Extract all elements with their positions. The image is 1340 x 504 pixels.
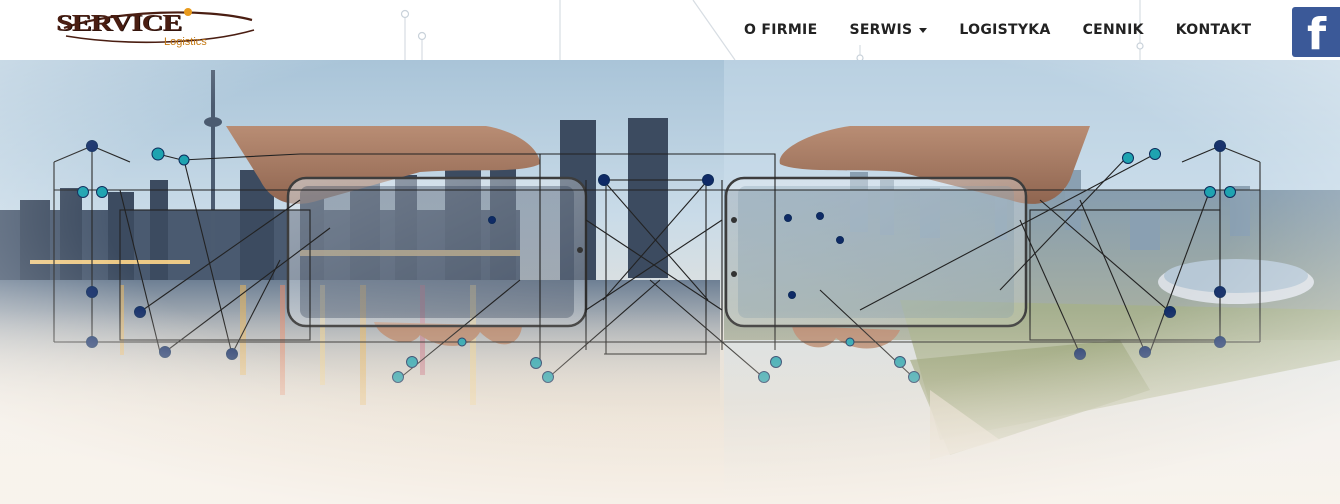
nav-item-logistyka[interactable]: LOGISTYKA [943, 0, 1066, 60]
nav-item-label: KONTAKT [1175, 22, 1252, 38]
nav-item-label: CENNIK [1082, 22, 1144, 38]
site-header: SERVICE Logistics O FIRMIE SERWIS LOGIST… [0, 0, 1340, 60]
nav-item-label: O FIRMIE [744, 22, 818, 38]
caret-down-icon [919, 28, 928, 33]
hero-banner [0, 60, 1340, 504]
logo-tagline: Logistics [164, 36, 207, 48]
nav-item-serwis[interactable]: SERWIS [833, 0, 943, 60]
facebook-link[interactable]: f [1292, 7, 1340, 57]
site-logo[interactable]: SERVICE Logistics [56, 6, 260, 54]
facebook-icon: f [1307, 9, 1327, 57]
nav-item-kontakt[interactable]: KONTAKT [1160, 0, 1268, 60]
hero-image [0, 60, 1340, 504]
logo-wordmark: SERVICE [56, 10, 182, 36]
nav-item-label: SERWIS [849, 22, 913, 38]
nav-item-cennik[interactable]: CENNIK [1067, 0, 1160, 60]
main-nav: O FIRMIE SERWIS LOGISTYKA CENNIK KONTAKT [728, 0, 1267, 60]
nav-item-o-firmie[interactable]: O FIRMIE [728, 0, 833, 60]
nav-item-label: LOGISTYKA [959, 22, 1051, 38]
